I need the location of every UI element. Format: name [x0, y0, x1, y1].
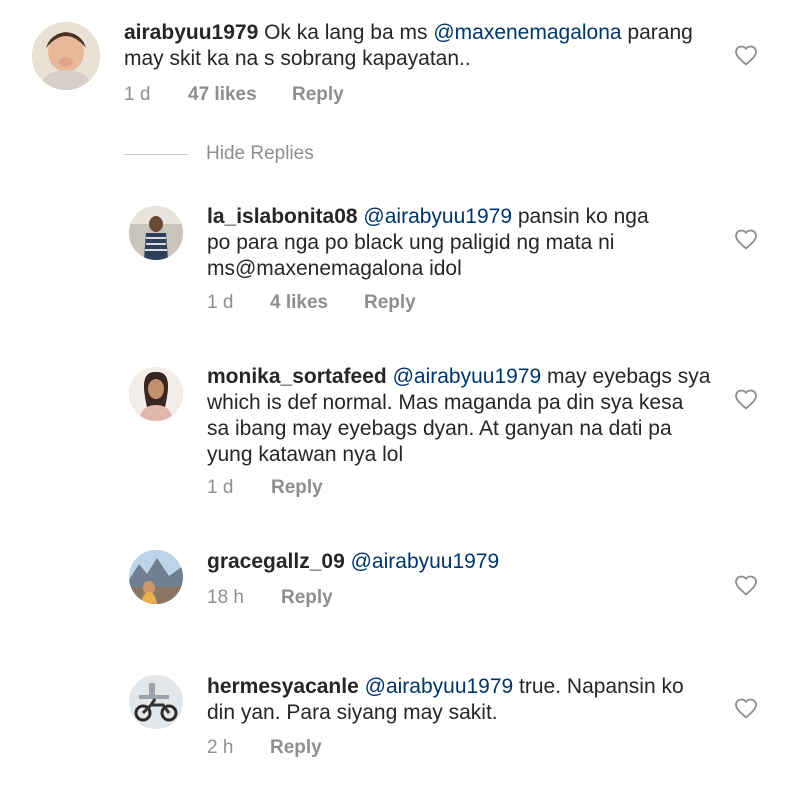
reply-meta: 1 d 4 likes Reply — [207, 292, 416, 314]
reply-body-line: din yan. Para siyang may sakit. — [207, 701, 498, 724]
reply-button[interactable]: Reply — [364, 292, 416, 314]
comment-body: Ok ka lang ba ms — [258, 21, 434, 44]
reply-body-line: po para nga po black ung paligid ng mata… — [207, 231, 615, 254]
reply-text: monika_sortafeed @airabyuu1979 may eyeba… — [207, 364, 727, 468]
avatar[interactable] — [129, 206, 183, 260]
comment-username[interactable]: airabyuu1979 — [124, 21, 258, 44]
reply-body-line: sa ibang may eyebags dyan. At ganyan na … — [207, 417, 672, 440]
divider — [124, 153, 188, 155]
reply-time: 18 h — [207, 587, 244, 608]
mention-link[interactable]: @maxenemagalona — [433, 21, 621, 44]
reply-username[interactable]: la_islabonita08 — [207, 205, 358, 228]
avatar[interactable] — [129, 675, 183, 729]
avatar[interactable] — [32, 22, 100, 90]
mention-link[interactable]: @airabyuu1979 — [351, 550, 500, 573]
reply-body: may eyebags sya — [541, 365, 711, 388]
reply-text: gracegallz_09 @airabyuu1979 — [207, 549, 707, 575]
reply-body: true. Napansin ko — [513, 675, 684, 698]
reply-body-line: ms@maxenemagalona idol — [207, 257, 462, 280]
comment-time: 1 d — [124, 84, 151, 105]
reply-text: la_islabonita08 @airabyuu1979 pansin ko … — [207, 204, 707, 282]
avatar[interactable] — [129, 367, 183, 421]
reply-time: 1 d — [207, 292, 234, 313]
heart-icon[interactable] — [734, 228, 758, 250]
reply-text: hermesyacanle @airabyuu1979 true. Napans… — [207, 674, 707, 726]
mention-link[interactable]: @airabyuu1979 — [365, 675, 514, 698]
reply-button[interactable]: Reply — [271, 477, 323, 499]
reply-body: pansin ko nga — [512, 205, 649, 228]
mention-link[interactable]: @airabyuu1979 — [393, 365, 542, 388]
reply-button[interactable]: Reply — [270, 737, 322, 759]
reply-username[interactable]: gracegallz_09 — [207, 550, 345, 573]
comment-meta: 1 d 47 likes Reply — [124, 84, 344, 106]
reply-username[interactable]: hermesyacanle — [207, 675, 359, 698]
heart-icon[interactable] — [734, 44, 758, 66]
comment-body: parang — [621, 21, 693, 44]
likes-count[interactable]: 4 likes — [270, 292, 364, 314]
reply-time: 2 h — [207, 737, 234, 758]
avatar[interactable] — [129, 550, 183, 604]
heart-icon[interactable] — [734, 388, 758, 410]
heart-icon[interactable] — [734, 574, 758, 596]
reply-button[interactable]: Reply — [281, 587, 333, 609]
reply-body-line: yung katawan nya lol — [207, 443, 404, 466]
hide-replies-row[interactable]: Hide Replies — [124, 143, 314, 165]
reply-button[interactable]: Reply — [292, 84, 344, 106]
reply-time: 1 d — [207, 477, 234, 498]
heart-icon[interactable] — [734, 697, 758, 719]
comment-text: airabyuu1979 Ok ka lang ba ms @maxenemag… — [124, 20, 724, 72]
hide-replies-button[interactable]: Hide Replies — [206, 143, 314, 165]
likes-count[interactable]: 47 likes — [188, 84, 292, 106]
reply-meta: 18 h Reply — [207, 587, 333, 609]
mention-link[interactable]: @airabyuu1979 — [363, 205, 512, 228]
reply-meta: 2 h Reply — [207, 737, 322, 759]
comment-body-line: may skit ka na s sobrang kapayatan.. — [124, 47, 471, 70]
reply-meta: 1 d Reply — [207, 477, 323, 499]
reply-body-line: which is def normal. Mas maganda pa din … — [207, 391, 684, 414]
reply-username[interactable]: monika_sortafeed — [207, 365, 387, 388]
